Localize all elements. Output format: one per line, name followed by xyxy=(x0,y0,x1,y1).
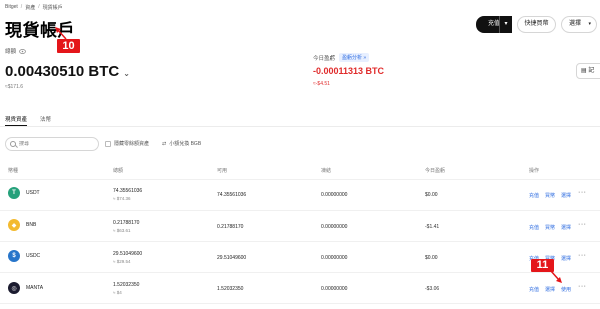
use-link[interactable]: 使用 xyxy=(561,286,571,293)
total-amount: 74.35561036 xyxy=(113,188,143,194)
table-row: ◆ BNB xyxy=(8,219,36,231)
total-amount: 0.21788170 xyxy=(113,220,140,226)
row-divider xyxy=(0,303,600,304)
search-icon xyxy=(10,141,16,147)
breadcrumb: Bitget / 資產 / 現貨帳戶 xyxy=(5,4,63,11)
frozen-amount: 0.00000000 xyxy=(321,224,348,230)
tab-spot-assets[interactable]: 現貨資產 xyxy=(5,115,27,123)
total-usd: ≈ $29.54 xyxy=(113,259,131,264)
total-balance-btc: 0.00430510 BTC xyxy=(5,63,120,80)
deposit-link[interactable]: 充值 xyxy=(529,286,539,293)
annotation-arrow-icon xyxy=(55,27,67,40)
available-amount: 0.21788170 xyxy=(217,224,244,230)
document-icon: ▤ xyxy=(581,68,587,74)
total-usd: ≈ $4 xyxy=(113,290,122,295)
row-divider xyxy=(0,210,600,211)
hide-zero-balance-filter[interactable]: 隱藏零餘額資產 xyxy=(105,140,149,147)
today-pnl-usd: ≈-$4.51 xyxy=(313,81,330,87)
checkbox[interactable] xyxy=(105,140,111,147)
more-options-icon[interactable]: ··· xyxy=(578,221,587,228)
chevron-down-icon[interactable]: ⌄ xyxy=(123,69,130,78)
eye-icon[interactable] xyxy=(19,48,26,54)
quick-trade-button[interactable]: 快捷買幣 xyxy=(517,16,556,33)
buy-link[interactable]: 買幣 xyxy=(545,192,555,199)
col-header-coin: 幣種 xyxy=(8,168,19,174)
caret-down-icon: ▾ xyxy=(504,21,508,27)
coin-name: USDC xyxy=(26,253,41,259)
breadcrumb-item-bitget[interactable]: Bitget xyxy=(5,4,18,11)
active-tab-indicator xyxy=(5,125,27,126)
pnl-amount: -$1.41 xyxy=(425,224,440,230)
deposit-link[interactable]: 充值 xyxy=(529,224,539,231)
total-balance-usd: ≈$171.6 xyxy=(5,84,24,90)
pnl-amount: $0.00 xyxy=(425,255,438,261)
search-box[interactable] xyxy=(5,137,99,151)
manta-coin-icon: ◎ xyxy=(8,282,20,294)
deposit-link[interactable]: 充值 xyxy=(529,192,539,199)
pnl-amount: $0.00 xyxy=(425,192,438,198)
select-dropdown-button[interactable]: 選擇 ▾ xyxy=(561,16,597,33)
select-link[interactable]: 選擇 xyxy=(561,224,571,231)
breadcrumb-separator: / xyxy=(38,4,40,10)
total-balance-value[interactable]: 0.00430510 BTC ⌄ xyxy=(5,63,130,80)
usdt-coin-icon: T xyxy=(8,187,20,199)
annotation-arrow-icon xyxy=(550,270,562,283)
col-header-actions: 操作 xyxy=(529,168,540,174)
col-header-pnl: 今日盈虧 xyxy=(425,168,446,174)
select-link[interactable]: 選擇 xyxy=(561,192,571,199)
breadcrumb-item-assets[interactable]: 資產 xyxy=(25,4,35,11)
today-pnl-label: 今日盈虧 盈虧分析 » xyxy=(313,53,370,62)
col-header-total: 總額 xyxy=(113,168,124,174)
select-link[interactable]: 選擇 xyxy=(545,286,555,293)
breadcrumb-item-spot: 現貨帳戶 xyxy=(42,5,63,11)
frozen-amount: 0.00000000 xyxy=(321,286,348,292)
col-header-available: 可用 xyxy=(217,168,228,174)
col-header-frozen: 凍結 xyxy=(321,168,332,174)
row-divider xyxy=(0,241,600,242)
table-divider xyxy=(0,179,600,180)
total-amount: 1.52032350 xyxy=(113,282,140,288)
total-usd: ≈ $74.36 xyxy=(113,196,131,201)
coin-name: USDT xyxy=(26,190,40,196)
select-dropdown-label: 選擇 xyxy=(569,21,582,27)
breadcrumb-separator: / xyxy=(20,4,23,10)
annotation-badge-10: 10 xyxy=(57,39,80,53)
total-balance-label-text: 總額 xyxy=(5,49,17,55)
coin-name: MANTA xyxy=(26,285,44,291)
more-options-icon[interactable]: ··· xyxy=(578,252,587,259)
records-button-label: 記 xyxy=(588,68,595,74)
buy-link[interactable]: 買幣 xyxy=(545,224,555,231)
tab-fiat[interactable]: 法幣 xyxy=(40,115,51,123)
today-pnl-btc: -0.00011313 BTC xyxy=(313,66,385,76)
tab-divider xyxy=(0,126,600,127)
records-button[interactable]: ▤ 記 xyxy=(576,63,600,79)
more-options-icon[interactable]: ··· xyxy=(578,283,587,290)
small-convert-label: 小額兌換 BGB xyxy=(169,141,202,147)
bnb-coin-icon: ◆ xyxy=(8,219,20,231)
frozen-amount: 0.00000000 xyxy=(321,255,348,261)
total-balance-label: 總額 xyxy=(5,47,26,55)
table-row: ◎ MANTA xyxy=(8,282,43,294)
more-options-icon[interactable]: ··· xyxy=(578,189,587,196)
available-amount: 74.35561036 xyxy=(217,192,247,198)
caret-down-icon: ▾ xyxy=(588,21,591,27)
table-row: T USDT xyxy=(8,187,40,199)
pnl-amount: -$3.06 xyxy=(425,286,440,292)
frozen-amount: 0.00000000 xyxy=(321,192,348,198)
usdc-coin-icon: $ xyxy=(8,250,20,262)
pnl-analysis-link[interactable]: 盈虧分析 » xyxy=(339,53,370,62)
convert-icon: ⇄ xyxy=(162,140,167,147)
coin-name: BNB xyxy=(26,222,37,228)
small-convert-link[interactable]: ⇄ 小額兌換 BGB xyxy=(162,140,202,148)
available-amount: 29.51049600 xyxy=(217,255,247,261)
table-row: $ USDC xyxy=(8,250,40,262)
select-link[interactable]: 選擇 xyxy=(561,255,571,262)
total-usd: ≈ $63.61 xyxy=(113,228,131,233)
total-amount: 29.51049600 xyxy=(113,251,143,257)
row-divider xyxy=(0,272,600,273)
available-amount: 1.52032350 xyxy=(217,286,244,292)
today-pnl-label-text: 今日盈虧 xyxy=(313,55,336,62)
hide-zero-balance-label: 隱藏零餘額資產 xyxy=(114,141,150,147)
search-input[interactable] xyxy=(19,141,89,147)
